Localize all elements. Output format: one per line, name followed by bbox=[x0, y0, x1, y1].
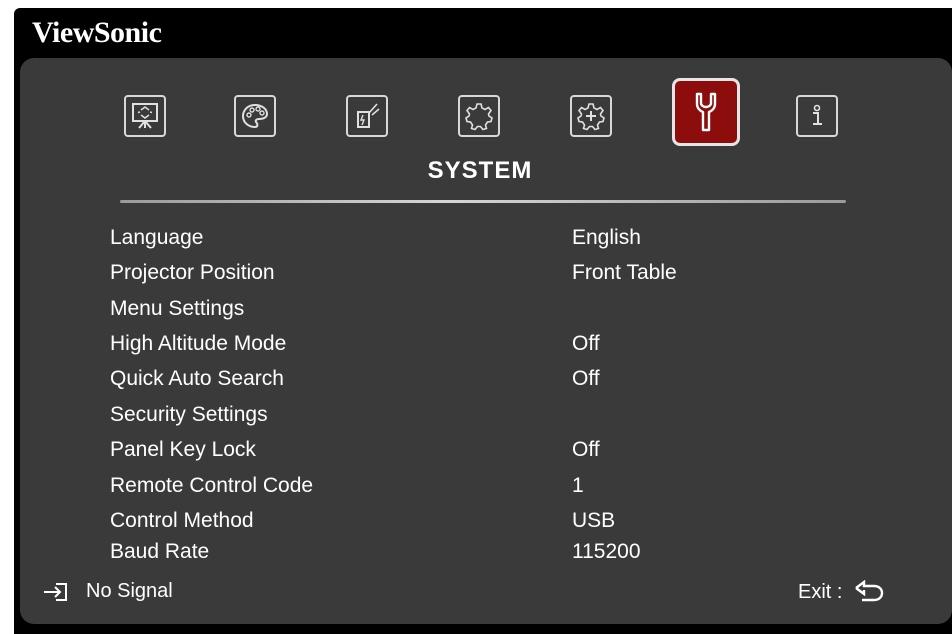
menu-item-label: Projector Position bbox=[110, 261, 275, 284]
section-title: SYSTEM bbox=[427, 157, 533, 184]
menu-item-value: 115200 bbox=[572, 540, 641, 563]
menu-item-value: Off bbox=[572, 367, 600, 390]
exit-hint[interactable]: Exit : bbox=[798, 580, 886, 604]
menu-item-label: Menu Settings bbox=[110, 297, 245, 320]
input-status: No Signal bbox=[42, 580, 173, 603]
display-icon bbox=[132, 103, 158, 129]
menu-item-baud-rate[interactable]: Baud Rate 115200 bbox=[110, 540, 870, 570]
tab-power[interactable] bbox=[346, 95, 388, 137]
title-divider bbox=[120, 200, 846, 203]
menu-item-value: Off bbox=[572, 332, 600, 355]
input-source-icon bbox=[44, 582, 67, 601]
tab-image[interactable] bbox=[234, 95, 276, 137]
menu-item-high-altitude-mode[interactable]: High Altitude Mode Off bbox=[110, 332, 870, 362]
menu-item-label: Baud Rate bbox=[110, 540, 210, 563]
menu-item-label: Remote Control Code bbox=[110, 474, 314, 497]
menu-item-value: USB bbox=[572, 509, 616, 532]
menu-item-value: English bbox=[572, 226, 641, 249]
menu-item-control-method[interactable]: Control Method USB bbox=[110, 509, 870, 539]
menu-item-language[interactable]: Language English bbox=[110, 226, 870, 256]
tab-system[interactable] bbox=[672, 78, 740, 146]
menu-item-label: Quick Auto Search bbox=[110, 367, 284, 390]
info-icon bbox=[813, 104, 822, 125]
power-icon bbox=[357, 103, 380, 128]
return-arrow-icon bbox=[855, 580, 884, 602]
exit-label: Exit : bbox=[798, 580, 843, 603]
menu-item-label: Language bbox=[110, 226, 204, 249]
wrench-icon bbox=[695, 92, 717, 132]
menu-item-security-settings[interactable]: Security Settings bbox=[110, 403, 870, 433]
palette-icon bbox=[241, 103, 269, 129]
menu-item-remote-control-code[interactable]: Remote Control Code 1 bbox=[110, 474, 870, 504]
menu-item-label: Control Method bbox=[110, 509, 254, 532]
menu-item-value: 1 bbox=[572, 474, 584, 497]
menu-item-label: Security Settings bbox=[110, 403, 268, 426]
menu-item-menu-settings[interactable]: Menu Settings bbox=[110, 297, 870, 327]
tab-display[interactable] bbox=[124, 95, 166, 137]
menu-item-label: Panel Key Lock bbox=[110, 438, 256, 461]
tab-basic[interactable] bbox=[458, 95, 500, 137]
tab-advanced[interactable] bbox=[570, 95, 612, 137]
menu-item-projector-position[interactable]: Projector Position Front Table bbox=[110, 261, 870, 291]
menu-item-label: High Altitude Mode bbox=[110, 332, 287, 355]
menu-item-value: Off bbox=[572, 438, 600, 461]
brand-logo: ViewSonic bbox=[32, 16, 162, 49]
no-signal-text: No Signal bbox=[86, 580, 173, 602]
advanced-gear-icon bbox=[577, 103, 605, 131]
menu-item-value: Front Table bbox=[572, 261, 677, 284]
menu-item-quick-auto-search[interactable]: Quick Auto Search Off bbox=[110, 367, 870, 397]
gear-icon bbox=[465, 103, 493, 131]
menu-item-panel-key-lock[interactable]: Panel Key Lock Off bbox=[110, 438, 870, 468]
tab-information[interactable] bbox=[796, 95, 838, 137]
